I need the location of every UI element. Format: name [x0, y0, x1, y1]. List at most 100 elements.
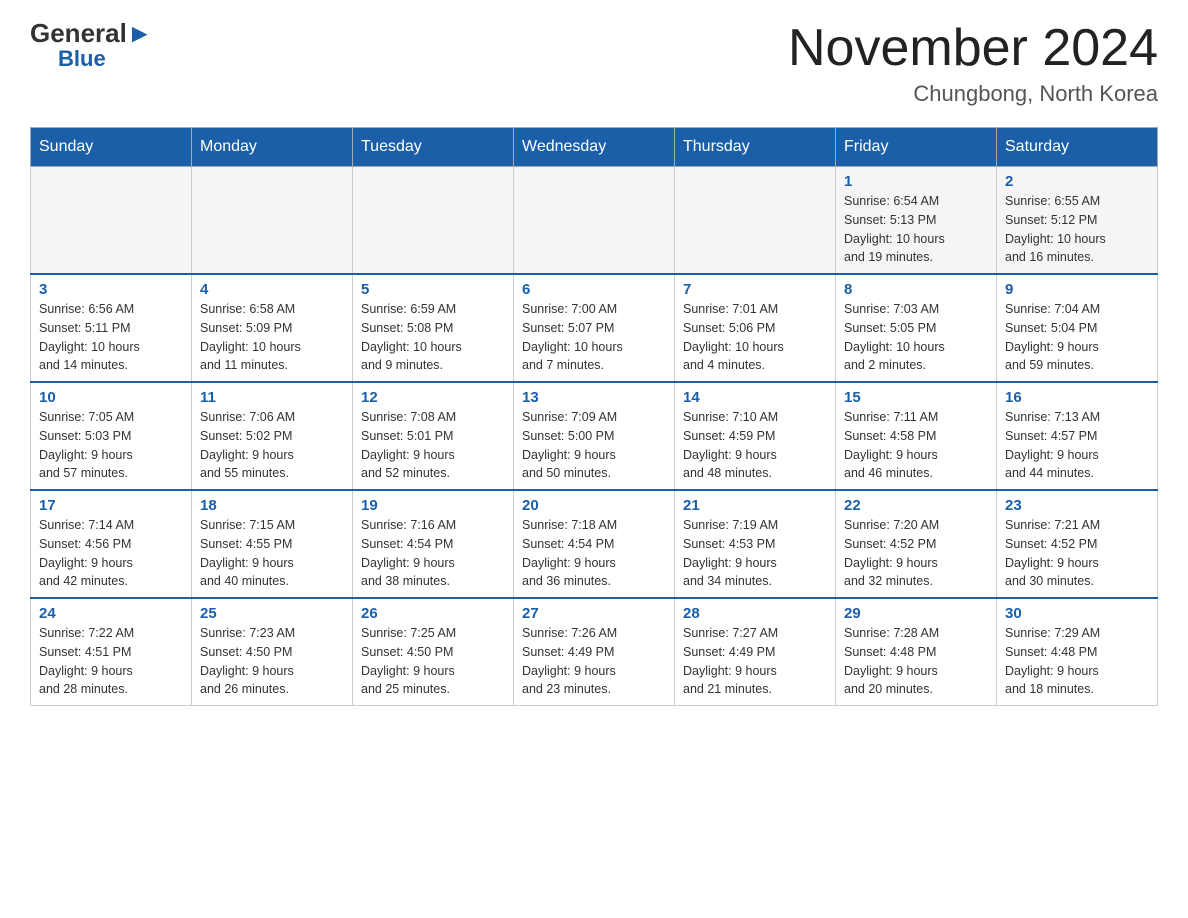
day-info: Sunrise: 7:19 AMSunset: 4:53 PMDaylight:…	[683, 516, 827, 591]
calendar-cell: 3 Sunrise: 6:56 AMSunset: 5:11 PMDaylight…	[31, 274, 192, 382]
day-number: 29	[844, 605, 988, 622]
logo-general-text: General►	[30, 20, 153, 46]
day-info: Sunrise: 6:59 AMSunset: 5:08 PMDaylight:…	[361, 300, 505, 375]
day-info: Sunrise: 7:20 AMSunset: 4:52 PMDaylight:…	[844, 516, 988, 591]
day-number: 24	[39, 605, 183, 622]
day-info: Sunrise: 6:56 AMSunset: 5:11 PMDaylight:…	[39, 300, 183, 375]
day-info: Sunrise: 7:29 AMSunset: 4:48 PMDaylight:…	[1005, 624, 1149, 699]
day-info: Sunrise: 7:00 AMSunset: 5:07 PMDaylight:…	[522, 300, 666, 375]
day-info: Sunrise: 7:06 AMSunset: 5:02 PMDaylight:…	[200, 408, 344, 483]
calendar-cell	[675, 167, 836, 275]
calendar-cell: 7 Sunrise: 7:01 AMSunset: 5:06 PMDaylight…	[675, 274, 836, 382]
day-number: 25	[200, 605, 344, 622]
day-number: 5	[361, 281, 505, 298]
day-info: Sunrise: 6:54 AMSunset: 5:13 PMDaylight:…	[844, 192, 988, 267]
calendar-cell: 25 Sunrise: 7:23 AMSunset: 4:50 PMDayligh…	[192, 598, 353, 706]
calendar-cell: 18 Sunrise: 7:15 AMSunset: 4:55 PMDayligh…	[192, 490, 353, 598]
day-number: 6	[522, 281, 666, 298]
day-info: Sunrise: 7:16 AMSunset: 4:54 PMDaylight:…	[361, 516, 505, 591]
calendar-cell: 14 Sunrise: 7:10 AMSunset: 4:59 PMDayligh…	[675, 382, 836, 490]
day-info: Sunrise: 7:08 AMSunset: 5:01 PMDaylight:…	[361, 408, 505, 483]
day-number: 21	[683, 497, 827, 514]
day-number: 12	[361, 389, 505, 406]
logo-blue-text: Blue	[58, 46, 106, 72]
day-info: Sunrise: 7:14 AMSunset: 4:56 PMDaylight:…	[39, 516, 183, 591]
day-number: 22	[844, 497, 988, 514]
calendar-cell: 26 Sunrise: 7:25 AMSunset: 4:50 PMDayligh…	[353, 598, 514, 706]
calendar-cell: 20Sunrise: 7:18 AMSunset: 4:54 PMDayligh…	[514, 490, 675, 598]
day-info: Sunrise: 6:55 AMSunset: 5:12 PMDaylight:…	[1005, 192, 1149, 267]
day-number: 19	[361, 497, 505, 514]
day-number: 26	[361, 605, 505, 622]
day-number: 1	[844, 173, 988, 190]
calendar-cell: 21 Sunrise: 7:19 AMSunset: 4:53 PMDayligh…	[675, 490, 836, 598]
day-info: Sunrise: 7:22 AMSunset: 4:51 PMDaylight:…	[39, 624, 183, 699]
day-number: 16	[1005, 389, 1149, 406]
calendar-cell: 6 Sunrise: 7:00 AMSunset: 5:07 PMDaylight…	[514, 274, 675, 382]
calendar-cell	[514, 167, 675, 275]
location-subtitle: Chungbong, North Korea	[788, 81, 1158, 107]
day-number: 18	[200, 497, 344, 514]
calendar-cell: 15Sunrise: 7:11 AMSunset: 4:58 PMDayligh…	[836, 382, 997, 490]
calendar-header-row: Sunday Monday Tuesday Wednesday Thursday…	[31, 128, 1158, 167]
calendar-cell: 19 Sunrise: 7:16 AMSunset: 4:54 PMDayligh…	[353, 490, 514, 598]
col-saturday: Saturday	[997, 128, 1158, 167]
col-tuesday: Tuesday	[353, 128, 514, 167]
day-info: Sunrise: 7:23 AMSunset: 4:50 PMDaylight:…	[200, 624, 344, 699]
calendar-cell: 23 Sunrise: 7:21 AMSunset: 4:52 PMDayligh…	[997, 490, 1158, 598]
day-number: 30	[1005, 605, 1149, 622]
calendar-cell: 29Sunrise: 7:28 AMSunset: 4:48 PMDayligh…	[836, 598, 997, 706]
calendar-cell	[192, 167, 353, 275]
day-info: Sunrise: 7:27 AMSunset: 4:49 PMDaylight:…	[683, 624, 827, 699]
title-section: November 2024 Chungbong, North Korea	[788, 20, 1158, 107]
calendar-cell: 10 Sunrise: 7:05 AMSunset: 5:03 PMDayligh…	[31, 382, 192, 490]
calendar-cell	[353, 167, 514, 275]
calendar-cell: 30 Sunrise: 7:29 AMSunset: 4:48 PMDayligh…	[997, 598, 1158, 706]
day-info: Sunrise: 7:25 AMSunset: 4:50 PMDaylight:…	[361, 624, 505, 699]
col-friday: Friday	[836, 128, 997, 167]
day-number: 14	[683, 389, 827, 406]
calendar-week-row-3: 10 Sunrise: 7:05 AMSunset: 5:03 PMDayligh…	[31, 382, 1158, 490]
day-number: 27	[522, 605, 666, 622]
day-info: Sunrise: 7:13 AMSunset: 4:57 PMDaylight:…	[1005, 408, 1149, 483]
col-sunday: Sunday	[31, 128, 192, 167]
day-info: Sunrise: 7:01 AMSunset: 5:06 PMDaylight:…	[683, 300, 827, 375]
month-year-title: November 2024	[788, 20, 1158, 77]
calendar-cell: 11Sunrise: 7:06 AMSunset: 5:02 PMDayligh…	[192, 382, 353, 490]
calendar-cell: 27Sunrise: 7:26 AMSunset: 4:49 PMDayligh…	[514, 598, 675, 706]
calendar-cell: 4 Sunrise: 6:58 AMSunset: 5:09 PMDaylight…	[192, 274, 353, 382]
day-number: 23	[1005, 497, 1149, 514]
col-thursday: Thursday	[675, 128, 836, 167]
calendar-cell: 5 Sunrise: 6:59 AMSunset: 5:08 PMDaylight…	[353, 274, 514, 382]
day-info: Sunrise: 6:58 AMSunset: 5:09 PMDaylight:…	[200, 300, 344, 375]
calendar-cell: 22 Sunrise: 7:20 AMSunset: 4:52 PMDayligh…	[836, 490, 997, 598]
day-number: 10	[39, 389, 183, 406]
day-number: 4	[200, 281, 344, 298]
day-info: Sunrise: 7:05 AMSunset: 5:03 PMDaylight:…	[39, 408, 183, 483]
day-info: Sunrise: 7:18 AMSunset: 4:54 PMDaylight:…	[522, 516, 666, 591]
calendar-cell: 17Sunrise: 7:14 AMSunset: 4:56 PMDayligh…	[31, 490, 192, 598]
day-number: 15	[844, 389, 988, 406]
day-info: Sunrise: 7:15 AMSunset: 4:55 PMDaylight:…	[200, 516, 344, 591]
day-info: Sunrise: 7:04 AMSunset: 5:04 PMDaylight:…	[1005, 300, 1149, 375]
calendar-cell: 12 Sunrise: 7:08 AMSunset: 5:01 PMDayligh…	[353, 382, 514, 490]
day-number: 28	[683, 605, 827, 622]
calendar-cell	[31, 167, 192, 275]
day-number: 9	[1005, 281, 1149, 298]
day-info: Sunrise: 7:21 AMSunset: 4:52 PMDaylight:…	[1005, 516, 1149, 591]
calendar-week-row-2: 3 Sunrise: 6:56 AMSunset: 5:11 PMDaylight…	[31, 274, 1158, 382]
calendar-table: Sunday Monday Tuesday Wednesday Thursday…	[30, 127, 1158, 706]
day-info: Sunrise: 7:09 AMSunset: 5:00 PMDaylight:…	[522, 408, 666, 483]
day-number: 7	[683, 281, 827, 298]
col-monday: Monday	[192, 128, 353, 167]
calendar-cell: 28 Sunrise: 7:27 AMSunset: 4:49 PMDayligh…	[675, 598, 836, 706]
calendar-cell: 8Sunrise: 7:03 AMSunset: 5:05 PMDaylight…	[836, 274, 997, 382]
page-header: General► Blue November 2024 Chungbong, N…	[30, 20, 1158, 107]
day-info: Sunrise: 7:10 AMSunset: 4:59 PMDaylight:…	[683, 408, 827, 483]
calendar-cell: 1 Sunrise: 6:54 AMSunset: 5:13 PMDaylight…	[836, 167, 997, 275]
col-wednesday: Wednesday	[514, 128, 675, 167]
day-info: Sunrise: 7:03 AMSunset: 5:05 PMDaylight:…	[844, 300, 988, 375]
day-number: 3	[39, 281, 183, 298]
calendar-week-row-1: 1 Sunrise: 6:54 AMSunset: 5:13 PMDaylight…	[31, 167, 1158, 275]
logo: General► Blue	[30, 20, 153, 72]
